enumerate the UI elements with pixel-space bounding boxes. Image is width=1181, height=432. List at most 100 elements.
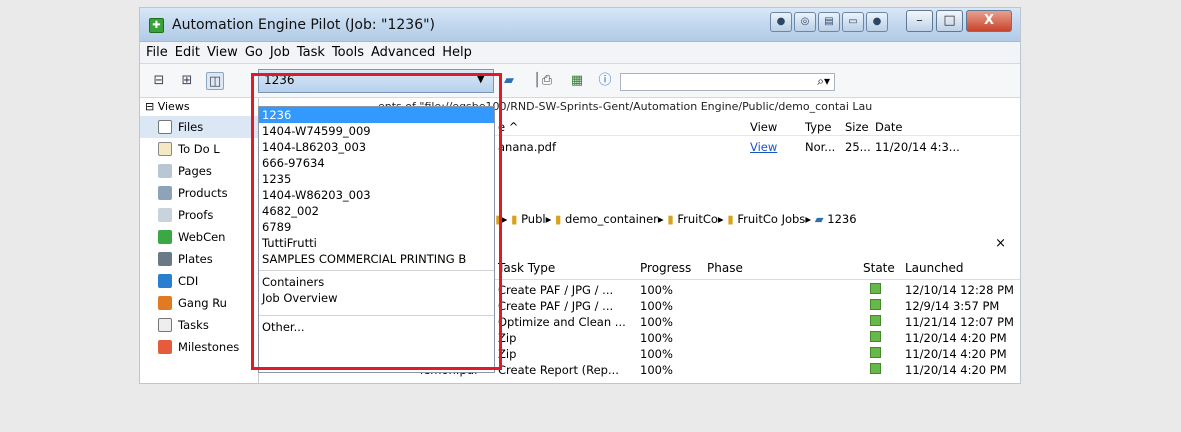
menu-help[interactable]: Help [441, 45, 473, 60]
menu-tools[interactable]: Tools [331, 45, 365, 60]
gang-run-icon [158, 296, 172, 310]
col-progress[interactable]: Progress [640, 261, 691, 275]
title-bar: ✚ Automation Engine Pilot (Job: "1236") … [140, 8, 1020, 42]
milestones-icon [158, 340, 172, 354]
state-check-icon [870, 331, 881, 342]
col-name[interactable]: e ^ [498, 120, 518, 134]
col-type[interactable]: Type [805, 120, 831, 134]
dropdown-arrow-icon[interactable]: ▼ [477, 72, 485, 85]
maximize-button[interactable]: □ [936, 10, 963, 32]
tray-icon-3[interactable]: ▤ [818, 12, 840, 32]
search-input[interactable]: ⌕▾ [620, 73, 835, 91]
job-option[interactable]: 1236 [259, 107, 494, 123]
task-launched: 11/20/14 4:20 PM [905, 331, 1007, 345]
view-cdi[interactable]: CDI [140, 270, 258, 292]
task-type: Create PAF / JPG / ... [498, 299, 614, 313]
view-gang-run[interactable]: Gang Ru [140, 292, 258, 314]
job-option[interactable]: 4682_002 [259, 203, 494, 219]
breadcrumb-item[interactable]: demo_container [565, 212, 658, 226]
state-check-icon [870, 283, 881, 294]
task-type: Create Report (Rep... [498, 363, 619, 377]
spreadsheet-icon[interactable]: ▦ [568, 72, 586, 90]
tray-icon-5[interactable]: ● [866, 12, 888, 32]
open-folder-icon[interactable]: ▰ [500, 72, 518, 90]
plates-icon [158, 252, 172, 266]
app-icon: ✚ [149, 18, 164, 33]
task-type: Create PAF / JPG / ... [498, 283, 614, 297]
job-option[interactable]: SAMPLES COMMERCIAL PRINTING B [259, 251, 494, 267]
job-option[interactable]: 666-97634 [259, 155, 494, 171]
info-icon[interactable]: ⓘ [596, 72, 614, 90]
task-progress: 100% [640, 347, 673, 361]
task-launched: 12/9/14 3:57 PM [905, 299, 1000, 313]
task-type: Zip [498, 331, 517, 345]
search-icon[interactable]: ⌕▾ [817, 74, 830, 89]
cdi-icon [158, 274, 172, 288]
col-view[interactable]: View [750, 120, 777, 134]
job-option[interactable]: 1404-L86203_003 [259, 139, 494, 155]
other-option[interactable]: Other... [259, 319, 494, 335]
col-phase[interactable]: Phase [707, 261, 743, 275]
view-proofs[interactable]: Proofs [140, 204, 258, 226]
containers-option[interactable]: Containers [259, 274, 494, 290]
state-check-icon [870, 315, 881, 326]
dropdown-separator [259, 270, 494, 271]
printer-icon[interactable]: ⎙ [538, 72, 556, 90]
menu-go[interactable]: Go [244, 45, 264, 60]
tray-icon-4[interactable]: ▭ [842, 12, 864, 32]
file-name: anana.pdf [498, 140, 557, 154]
view-pages[interactable]: Pages [140, 160, 258, 182]
col-task-type[interactable]: Task Type [498, 261, 555, 275]
window-title: Automation Engine Pilot (Job: "1236") [172, 17, 436, 33]
menu-view[interactable]: View [206, 45, 239, 60]
view-plates[interactable]: Plates [140, 248, 258, 270]
monitor-icon[interactable]: ⊟ [150, 72, 168, 90]
job-selector[interactable]: 1236 ▼ [258, 69, 494, 93]
close-button[interactable]: X [966, 10, 1012, 32]
view-todo[interactable]: To Do L [140, 138, 258, 160]
job-option[interactable]: 1404-W74599_009 [259, 123, 494, 139]
menu-bar: File Edit View Go Job Task Tools Advance… [140, 42, 1020, 64]
dropdown-separator [259, 315, 494, 316]
col-size[interactable]: Size [845, 120, 869, 134]
job-option[interactable]: TuttiFrutti [259, 235, 494, 251]
views-header[interactable]: ⊟ Views [140, 98, 258, 116]
app-window: ✚ Automation Engine Pilot (Job: "1236") … [140, 8, 1020, 383]
tray-icon-1[interactable]: ● [770, 12, 792, 32]
minimize-button[interactable]: – [906, 10, 933, 32]
breadcrumb-item[interactable]: FruitCo Jobs [737, 212, 805, 226]
col-date[interactable]: Date [875, 120, 903, 134]
breadcrumb-item[interactable]: 1236 [827, 212, 856, 226]
folder-icon: ▮ [727, 212, 734, 226]
job-option[interactable]: 1404-W86203_003 [259, 187, 494, 203]
view-tasks[interactable]: Tasks [140, 314, 258, 336]
file-size: 25... [845, 140, 871, 154]
job-option[interactable]: 1235 [259, 171, 494, 187]
title-tray: ● ◎ ▤ ▭ ● [770, 12, 888, 34]
menu-job[interactable]: Job [269, 45, 291, 60]
view-milestones[interactable]: Milestones [140, 336, 258, 358]
job-folder-icon: ▰ [814, 212, 824, 226]
close-icon[interactable]: × [995, 236, 1006, 251]
window-icon[interactable]: ◫ [206, 72, 224, 90]
grid-icon[interactable]: ⊞ [178, 72, 196, 90]
view-files[interactable]: Files [140, 116, 258, 138]
breadcrumb-item[interactable]: Publ [521, 212, 546, 226]
menu-task[interactable]: Task [296, 45, 326, 60]
task-progress: 100% [640, 299, 673, 313]
menu-file[interactable]: File [145, 45, 169, 60]
col-state[interactable]: State [863, 261, 895, 275]
menu-advanced[interactable]: Advanced [370, 45, 436, 60]
task-progress: 100% [640, 363, 673, 377]
view-link[interactable]: View [750, 140, 777, 154]
view-products[interactable]: Products [140, 182, 258, 204]
file-type: Nor... [805, 140, 836, 154]
job-overview-option[interactable]: Job Overview [259, 290, 494, 306]
tray-icon-2[interactable]: ◎ [794, 12, 816, 32]
view-webcenter[interactable]: WebCen [140, 226, 258, 248]
job-option[interactable]: 6789 [259, 219, 494, 235]
pages-icon [158, 164, 172, 178]
menu-edit[interactable]: Edit [174, 45, 201, 60]
breadcrumb-item[interactable]: FruitCo [677, 212, 718, 226]
col-launched[interactable]: Launched [905, 261, 963, 275]
